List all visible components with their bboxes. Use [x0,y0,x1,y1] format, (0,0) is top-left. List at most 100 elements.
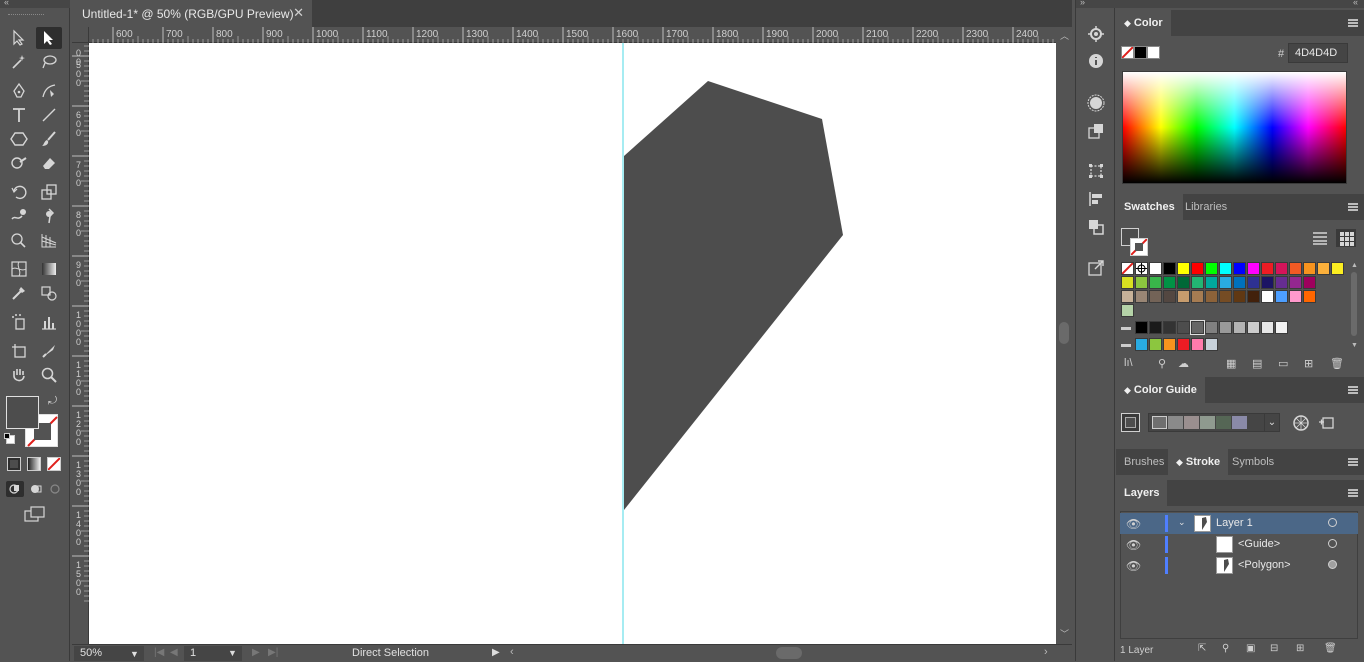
color-swatch[interactable] [1289,290,1302,303]
color-swatch[interactable] [1275,276,1288,289]
harmony-chip[interactable] [1168,416,1183,429]
harmony-chip[interactable] [1184,416,1199,429]
color-swatch[interactable] [1121,276,1134,289]
color-swatch[interactable] [1219,276,1232,289]
new-swatch-icon[interactable]: ⊞ [1304,357,1313,370]
status-menu-icon[interactable]: ▶ [492,647,500,658]
gray-swatch[interactable] [1177,321,1190,334]
fill-color-front[interactable] [6,396,39,429]
color-swatch[interactable] [1303,262,1316,275]
gray-swatch[interactable] [1233,321,1246,334]
swap-fill-stroke-icon[interactable]: ⤾ [48,395,57,408]
tab-brushes[interactable]: Brushes [1116,449,1172,475]
bright-swatch[interactable] [1149,338,1162,351]
list-view-icon[interactable] [1312,231,1328,245]
gradient-mode-icon[interactable] [27,457,41,471]
harmony-chip[interactable] [1152,416,1167,429]
show-swatch-kinds-icon[interactable]: ▦ [1226,357,1236,370]
puppet-warp-tool[interactable] [36,205,62,227]
color-swatch[interactable] [1191,290,1204,303]
color-swatch[interactable] [1331,262,1344,275]
color-swatch[interactable] [1163,290,1176,303]
hex-input[interactable]: 4D4D4D [1288,43,1348,63]
bright-group-folder-icon[interactable]: ▬ [1121,339,1131,350]
color-swatch[interactable] [1219,290,1232,303]
gray-group-folder-icon[interactable]: ▬ [1121,322,1131,333]
black-color-swatch[interactable] [1134,46,1147,59]
vertical-scrollbar[interactable]: ︿ ﹀ [1056,27,1072,644]
draw-normal-icon[interactable] [6,481,24,497]
zoom-field[interactable]: 50% ▼ [74,646,144,661]
layer-name[interactable]: Layer 1 [1216,517,1253,529]
hand-tool[interactable] [6,364,32,386]
registration-swatch[interactable] [1135,262,1148,275]
align-icon[interactable] [1086,189,1106,209]
gray-swatch[interactable] [1149,321,1162,334]
delete-layer-icon[interactable]: 🗑 [1324,643,1337,654]
gradient-tool[interactable] [36,258,62,280]
color-swatch[interactable] [1177,290,1190,303]
new-color-group-icon[interactable]: ▭ [1278,357,1288,370]
tab-stroke[interactable]: ◆ Stroke [1168,449,1229,475]
next-page-icon[interactable]: ▶ [252,647,260,658]
vertical-scroll-thumb[interactable] [1059,322,1069,344]
none-color-swatch[interactable] [1121,46,1134,59]
visibility-eye-icon[interactable]: 👁 [1126,538,1141,552]
color-swatch[interactable] [1191,262,1204,275]
color-swatch[interactable] [1219,262,1232,275]
tab-color[interactable]: ◆ Color [1116,10,1171,36]
harmony-dropdown-icon[interactable]: ⌄ [1264,413,1280,432]
base-color-swatch[interactable] [1121,413,1140,432]
rotate-tool[interactable] [6,181,32,203]
swatch-options-icon[interactable]: ▤ [1252,357,1262,370]
gray-swatch[interactable] [1205,321,1218,334]
color-swatch[interactable] [1303,290,1316,303]
color-swatch[interactable] [1163,276,1176,289]
color-swatch[interactable] [1177,262,1190,275]
color-swatch[interactable] [1149,276,1162,289]
swatches-stroke-indicator[interactable] [1130,238,1148,256]
transform-icon[interactable] [1086,161,1106,181]
white-color-swatch[interactable] [1147,46,1160,59]
warp-tool[interactable] [6,205,32,227]
color-swatch[interactable] [1289,262,1302,275]
scale-tool[interactable] [36,181,62,203]
info-icon[interactable] [1086,51,1106,71]
layers-panel-menu-icon[interactable] [1348,489,1358,497]
draw-behind-icon[interactable] [27,481,45,497]
new-sublayer-icon[interactable]: ⊟ [1270,643,1278,654]
toolbar-collapse-bar[interactable]: « [0,0,70,8]
horizontal-scroll-thumb[interactable] [776,647,802,659]
zoom-tool[interactable] [36,364,62,386]
polygon-shape[interactable] [624,81,843,510]
gray-swatch[interactable] [1190,320,1205,335]
stroke-panel-menu-icon[interactable] [1348,458,1358,466]
target-circle-icon[interactable] [1328,539,1337,548]
harmony-chip[interactable] [1200,416,1215,429]
direct-selection-tool[interactable] [36,27,62,49]
collect-for-export-icon[interactable]: ⇱ [1198,643,1206,654]
tab-layers[interactable]: Layers [1116,480,1168,506]
color-swatch[interactable] [1261,262,1274,275]
pathfinder-icon[interactable] [1086,217,1106,237]
none-swatch[interactable] [1121,262,1134,275]
locate-object-icon[interactable]: ⚲ [1222,643,1229,654]
color-swatch[interactable] [1261,290,1274,303]
bright-swatch[interactable] [1191,338,1204,351]
color-guide-menu-icon[interactable] [1348,386,1358,394]
color-swatch[interactable] [1121,290,1134,303]
color-swatch[interactable] [1205,262,1218,275]
color-spectrum[interactable] [1122,71,1347,184]
screen-mode-icon[interactable] [24,506,46,522]
magic-wand-tool[interactable] [6,51,32,73]
color-swatch[interactable] [1275,290,1288,303]
delete-swatch-icon[interactable]: 🗑 [1330,357,1344,370]
gray-swatch[interactable] [1275,321,1288,334]
scroll-down-icon[interactable]: ﹀ [1060,627,1069,640]
page-field[interactable]: 1 ▼ [184,646,242,661]
shape-builder-tool[interactable] [6,229,32,251]
scroll-left-icon[interactable]: ‹ [510,646,514,658]
color-swatch[interactable] [1233,262,1246,275]
blend-tool[interactable] [36,282,62,304]
gray-swatch[interactable] [1219,321,1232,334]
